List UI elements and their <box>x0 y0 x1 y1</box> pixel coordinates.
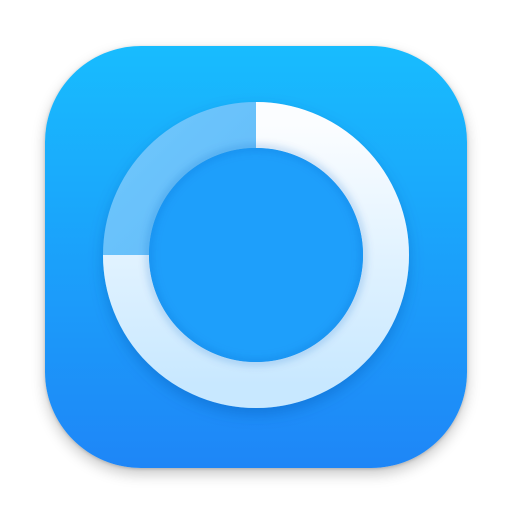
app-icon[interactable] <box>45 46 467 468</box>
progress-ring-icon <box>45 46 467 468</box>
icon-stage <box>0 0 512 512</box>
